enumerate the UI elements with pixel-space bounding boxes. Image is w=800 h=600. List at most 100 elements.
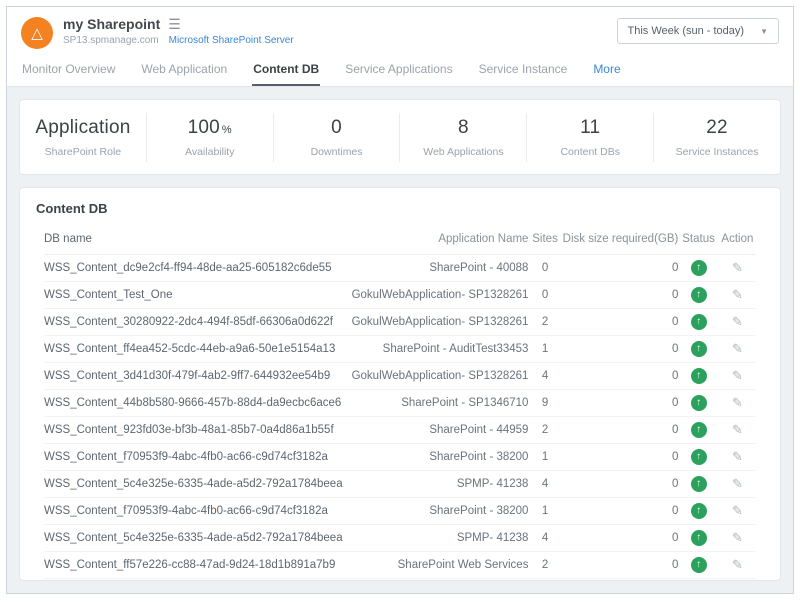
application-name-cell: SPMP- 41238	[343, 471, 529, 498]
action-cell[interactable]: ✎	[719, 363, 756, 390]
sites-cell: 4	[528, 471, 561, 498]
table-row: WSS_Content_923fd03e-bf3b-48a1-85b7-0a4d…	[44, 417, 756, 444]
edit-pencil-icon[interactable]: ✎	[732, 422, 743, 438]
disk-size-cell: 0	[562, 525, 679, 552]
db-name-cell: WSS_Content_Gokul	[44, 579, 343, 581]
sites-cell: 0	[528, 579, 561, 581]
table-row: WSS_Content_dc9e2cf4-ff94-48de-aa25-6051…	[44, 255, 756, 282]
application-name-cell: SharePoint - 44959	[343, 417, 529, 444]
disk-size-cell: 0	[562, 363, 679, 390]
status-cell: ↑	[678, 390, 718, 417]
col-action: Action	[719, 225, 756, 255]
sites-cell: 0	[528, 255, 561, 282]
table-row: WSS_Content_5c4e325e-6335-4ade-a5d2-792a…	[44, 471, 756, 498]
sites-cell: 2	[528, 417, 561, 444]
status-cell: ↑	[678, 282, 718, 309]
table-row: WSS_Content_f70953f9-4abc-4fb0-ac66-c9d7…	[44, 498, 756, 525]
tab-more[interactable]: More	[592, 53, 621, 86]
status-up-icon: ↑	[691, 557, 707, 573]
summary-label: Service Instances	[658, 146, 776, 158]
status-up-icon: ↑	[691, 422, 707, 438]
edit-pencil-icon[interactable]: ✎	[732, 503, 743, 519]
content-db-table-body: WSS_Content_dc9e2cf4-ff94-48de-aa25-6051…	[44, 255, 756, 581]
edit-pencil-icon[interactable]: ✎	[732, 530, 743, 546]
edit-pencil-icon[interactable]: ✎	[732, 368, 743, 384]
tab-monitor-overview[interactable]: Monitor Overview	[21, 53, 116, 86]
status-cell: ↑	[678, 525, 718, 552]
tab-web-application[interactable]: Web Application	[140, 53, 228, 86]
server-type-link[interactable]: Microsoft SharePoint Server	[169, 35, 294, 46]
status-cell: ↑	[678, 309, 718, 336]
status-up-icon: ↑	[691, 395, 707, 411]
action-cell[interactable]: ✎	[719, 525, 756, 552]
status-up-icon: ↑	[691, 503, 707, 519]
disk-size-cell: 0	[562, 579, 679, 581]
table-row: WSS_Content_3d41d30f-479f-4ab2-9ff7-6449…	[44, 363, 756, 390]
status-cell: ↑	[678, 363, 718, 390]
action-cell[interactable]: ✎	[719, 309, 756, 336]
action-cell[interactable]: ✎	[719, 336, 756, 363]
menu-hamburger-icon[interactable]: ☰	[168, 17, 181, 31]
time-range-dropdown[interactable]: This Week (sun - today) ▼	[617, 18, 779, 44]
db-name-cell: WSS_Content_923fd03e-bf3b-48a1-85b7-0a4d…	[44, 417, 343, 444]
application-name-cell: SPMP- 41238	[343, 579, 529, 581]
status-up-icon: ↑	[691, 287, 707, 303]
summary-value: Application	[24, 117, 142, 139]
content-db-table-wrap: DB name Application Name Sites Disk size…	[20, 225, 780, 580]
action-cell[interactable]: ✎	[719, 498, 756, 525]
db-name-cell: WSS_Content_f70953f9-4abc-4fb0-ac66-c9d7…	[44, 498, 343, 525]
edit-pencil-icon[interactable]: ✎	[732, 314, 743, 330]
disk-size-cell: 0	[562, 282, 679, 309]
edit-pencil-icon[interactable]: ✎	[732, 449, 743, 465]
sites-cell: 9	[528, 390, 561, 417]
edit-pencil-icon[interactable]: ✎	[732, 557, 743, 573]
disk-size-cell: 0	[562, 309, 679, 336]
header: △ my Sharepoint ☰ SP13.spmanage.com Micr…	[7, 7, 793, 53]
status-cell: ↑	[678, 255, 718, 282]
edit-pencil-icon[interactable]: ✎	[732, 476, 743, 492]
tab-service-applications[interactable]: Service Applications	[344, 53, 453, 86]
action-cell[interactable]: ✎	[719, 552, 756, 579]
tab-content-db[interactable]: Content DB	[252, 53, 320, 86]
summary-value: 11	[531, 117, 649, 139]
status-up-icon: ↑	[691, 260, 707, 276]
sites-cell: 2	[528, 552, 561, 579]
disk-size-cell: 0	[562, 255, 679, 282]
application-name-cell: SharePoint Web Services	[343, 552, 529, 579]
table-row: WSS_Content_30280922-2dc4-494f-85df-6630…	[44, 309, 756, 336]
page-body: Application SharePoint Role 100% Availab…	[7, 87, 793, 593]
db-name-cell: WSS_Content_f70953f9-4abc-4fb0-ac66-c9d7…	[44, 444, 343, 471]
action-cell[interactable]: ✎	[719, 255, 756, 282]
table-row: WSS_Content_ff57e226-cc88-47ad-9d24-18d1…	[44, 552, 756, 579]
edit-pencil-icon[interactable]: ✎	[732, 395, 743, 411]
action-cell[interactable]: ✎	[719, 282, 756, 309]
status-cell: ↑	[678, 336, 718, 363]
application-name-cell: GokulWebApplication- SP1328261	[343, 363, 529, 390]
action-cell[interactable]: ✎	[719, 390, 756, 417]
table-row: WSS_Content_f70953f9-4abc-4fb0-ac66-c9d7…	[44, 444, 756, 471]
action-cell[interactable]: ✎	[719, 471, 756, 498]
action-cell[interactable]: ✎	[719, 579, 756, 581]
table-row: WSS_Content_GokulSPMP- 4123800↑✎	[44, 579, 756, 581]
disk-size-cell: 0	[562, 390, 679, 417]
action-cell[interactable]: ✎	[719, 444, 756, 471]
action-cell[interactable]: ✎	[719, 417, 756, 444]
tab-service-instance[interactable]: Service Instance	[478, 53, 569, 86]
disk-size-cell: 0	[562, 552, 679, 579]
summary-web-applications: 8 Web Applications	[400, 113, 527, 162]
application-name-cell: SharePoint - 40088	[343, 255, 529, 282]
summary-service-instances: 22 Service Instances	[654, 113, 780, 162]
application-name-cell: GokulWebApplication- SP1328261	[343, 282, 529, 309]
summary-value: 100%	[151, 117, 269, 139]
disk-size-cell: 0	[562, 444, 679, 471]
edit-pencil-icon[interactable]: ✎	[732, 341, 743, 357]
edit-pencil-icon[interactable]: ✎	[732, 287, 743, 303]
summary-availability: 100% Availability	[147, 113, 274, 162]
table-header-row: DB name Application Name Sites Disk size…	[44, 225, 756, 255]
col-disk-size: Disk size required(GB)	[562, 225, 679, 255]
status-cell: ↑	[678, 471, 718, 498]
edit-pencil-icon[interactable]: ✎	[732, 260, 743, 276]
table-row: WSS_Content_44b8b580-9666-457b-88d4-da9e…	[44, 390, 756, 417]
summary-value: 8	[404, 117, 522, 139]
app-frame: △ my Sharepoint ☰ SP13.spmanage.com Micr…	[6, 6, 794, 594]
